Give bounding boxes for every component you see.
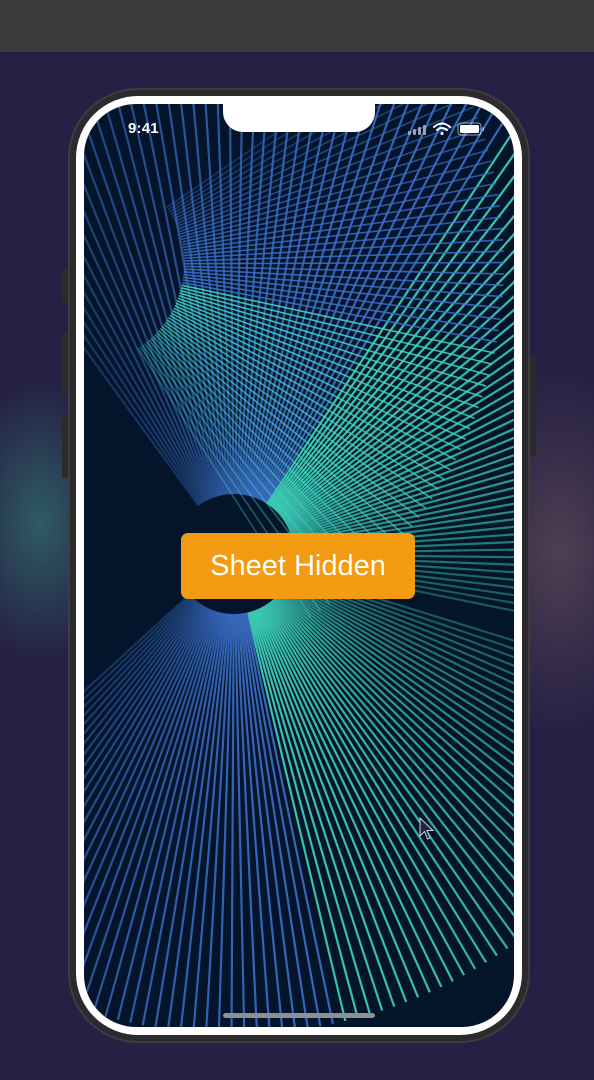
status-time: 9:41 [128,120,159,137]
mouse-cursor-icon [419,817,435,840]
mute-switch [62,268,68,302]
show-sheet-button[interactable]: Sheet Hidden [181,533,415,599]
home-indicator[interactable] [223,1013,375,1018]
cellular-icon [408,125,426,135]
battery-icon [457,122,484,136]
volume-down-button [62,414,68,478]
power-button [530,356,536,456]
notch [223,96,375,132]
top-toolbar [0,0,594,52]
wifi-icon [433,122,451,135]
status-icons [408,122,484,136]
volume-up-button [62,332,68,396]
